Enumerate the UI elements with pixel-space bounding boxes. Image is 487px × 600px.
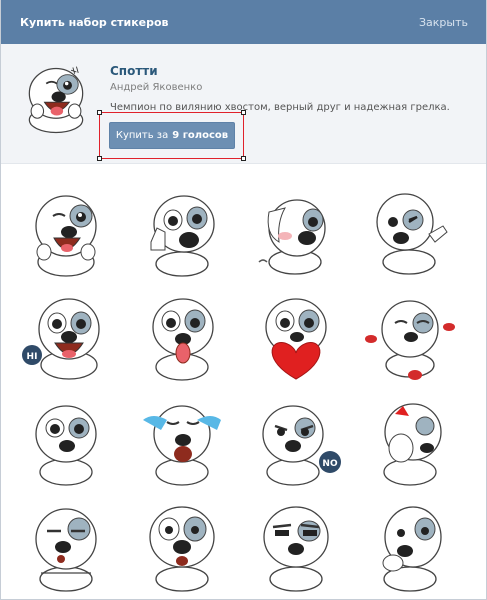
sticker-hi	[22, 298, 100, 380]
sticker-tongue	[152, 298, 214, 381]
buy-label: Купить за	[115, 130, 169, 141]
pack-name[interactable]: Спотти	[110, 64, 158, 78]
selection-handle	[97, 110, 102, 115]
dog-sticker-preview	[28, 66, 84, 134]
sticker-worried	[35, 405, 97, 486]
buy-button-selection: Купить за 9 голосов	[97, 110, 246, 161]
sticker-thinking	[382, 506, 442, 592]
sticker-purchase-dialog: Купить набор стикеров Закрыть Спотти Анд…	[0, 0, 487, 600]
sticker-pointing	[376, 193, 448, 275]
sticker-thumbs-up	[150, 195, 215, 277]
sticker-no	[262, 405, 341, 486]
selection-handle	[241, 156, 246, 161]
sticker-facepalm	[383, 403, 442, 486]
sticker-wink	[35, 195, 97, 277]
pack-info: Спотти Андрей Яковенко Чемпион по виляни…	[1, 44, 486, 164]
buy-price: 9 голосов	[172, 130, 229, 141]
selection-handle	[241, 110, 246, 115]
pack-preview-sticker	[28, 66, 84, 134]
dialog-header: Купить набор стикеров Закрыть	[1, 0, 486, 44]
buy-button[interactable]: Купить за 9 голосов	[109, 122, 235, 149]
sticker-shy	[258, 199, 326, 275]
dialog-title: Купить набор стикеров	[20, 15, 169, 29]
sticker-heart	[265, 298, 327, 380]
sticker-shocked	[149, 506, 215, 592]
selection-handle	[97, 156, 102, 161]
sticker-skeptical	[263, 506, 329, 592]
sticker-annoyed	[35, 508, 97, 592]
sticker-kisses	[365, 300, 455, 380]
sticker-crying	[143, 405, 221, 486]
pack-author[interactable]: Андрей Яковенко	[110, 82, 202, 93]
close-link[interactable]: Закрыть	[419, 16, 468, 29]
